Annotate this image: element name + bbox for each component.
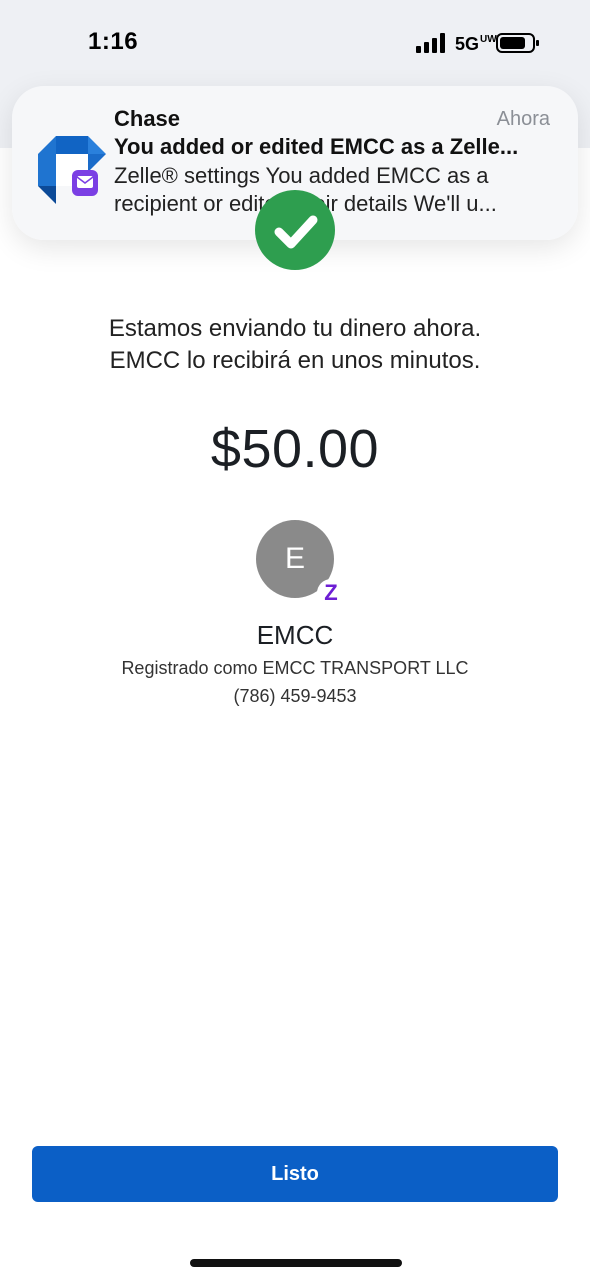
zelle-badge-letter: Z [324, 580, 338, 605]
network-suffix: UW [480, 34, 497, 45]
recipient-registered-name: Registrado como EMCC TRANSPORT LLC [121, 658, 469, 678]
confirmation-message: Estamos enviando tu dinero ahora. EMCC l… [0, 313, 590, 377]
checkmark-icon [255, 190, 335, 270]
chase-app-icon [38, 136, 106, 204]
battery-icon [496, 33, 539, 53]
zelle-badge-icon: Z [317, 579, 345, 607]
network-label: 5GUW [455, 34, 497, 55]
signal-icon [416, 33, 445, 53]
status-bar: 1:16 5GUW [0, 0, 590, 88]
sent-amount: $50.00 [210, 419, 380, 479]
mail-badge-icon [72, 170, 98, 196]
recipient-name: EMCC [256, 620, 334, 650]
message-line-1: Estamos enviando tu dinero ahora. [108, 315, 482, 342]
home-indicator[interactable] [190, 1259, 402, 1267]
avatar-initial: E [284, 542, 305, 575]
message-line-2: EMCC lo recibirá en unos minutos. [109, 347, 481, 374]
notification-time: Ahora [496, 108, 550, 130]
status-time: 1:16 [88, 28, 139, 55]
notification-title: You added or edited EMCC as a Zelle... [114, 134, 519, 159]
network-type: 5G [455, 34, 480, 54]
done-button[interactable]: Listo [32, 1146, 558, 1202]
notification-app-name: Chase [114, 106, 181, 131]
recipient-phone: (786) 459-9453 [233, 686, 357, 706]
